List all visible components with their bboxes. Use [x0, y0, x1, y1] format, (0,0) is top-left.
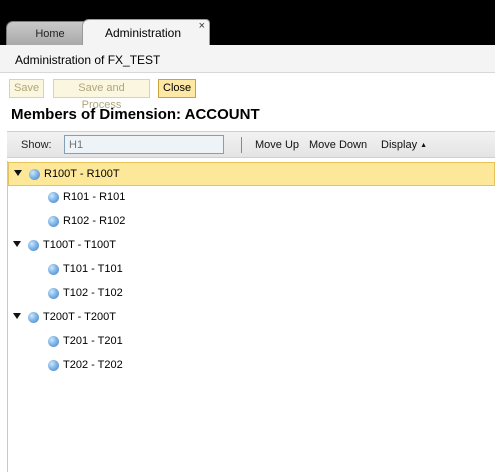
blue-sphere-icon — [28, 240, 39, 251]
tree-node-label: R102 - R102 — [63, 215, 126, 227]
tree-node[interactable]: T200T - T200T — [8, 306, 495, 330]
tree-node-label: T201 - T201 — [63, 335, 123, 347]
blue-sphere-icon — [48, 216, 59, 227]
tree-node-label: T202 - T202 — [63, 359, 123, 371]
move-up-button[interactable]: Move Up — [255, 139, 299, 151]
page-header: Administration of FX_TEST — [0, 45, 495, 73]
triangle-down-icon[interactable] — [13, 241, 21, 247]
tree-node[interactable]: T100T - T100T — [8, 234, 495, 258]
close-button[interactable]: Close — [158, 79, 196, 98]
tree-node-label: T101 - T101 — [63, 263, 123, 275]
blue-sphere-icon — [48, 264, 59, 275]
page-title: Administration of FX_TEST — [15, 53, 161, 67]
blue-sphere-icon — [29, 169, 40, 180]
tab-home-label: Home — [35, 28, 65, 40]
blue-sphere-icon — [48, 360, 59, 371]
tree-node[interactable]: T202 - T202 — [8, 354, 495, 378]
show-input[interactable] — [64, 135, 224, 154]
triangle-down-icon[interactable] — [13, 313, 21, 319]
tree-node[interactable]: R101 - R101 — [8, 186, 495, 210]
save-and-process-button[interactable]: Save and Process — [53, 79, 150, 111]
tab-administration-label: Administration — [105, 26, 182, 40]
tree-node[interactable]: T102 - T102 — [8, 282, 495, 306]
tree-node[interactable]: R102 - R102 — [8, 210, 495, 234]
blue-sphere-icon — [48, 192, 59, 203]
section-title: Members of Dimension: ACCOUNT — [11, 106, 260, 123]
member-toolbar: Show: Move Up Move Down Display▲ — [7, 131, 495, 158]
display-label: Display — [381, 139, 418, 151]
close-icon[interactable]: × — [199, 16, 205, 36]
toolbar-divider — [241, 137, 242, 153]
show-label: Show: — [21, 139, 52, 151]
tree-node-label: R100T - R100T — [44, 168, 120, 180]
save-button[interactable]: Save — [9, 79, 44, 98]
tree-node[interactable]: T201 - T201 — [8, 330, 495, 354]
blue-sphere-icon — [28, 312, 39, 323]
tree-node[interactable]: R100T - R100T — [8, 162, 495, 186]
triangle-up-icon: ▲ — [420, 142, 428, 149]
tree-node-label: T200T - T200T — [43, 311, 116, 323]
tab-home[interactable]: Home — [6, 21, 94, 45]
top-bar: Home Administration × — [0, 0, 495, 45]
display-menu-button[interactable]: Display ▲ — [381, 139, 427, 151]
tree-node-label: T102 - T102 — [63, 287, 123, 299]
tree-node-label: T100T - T100T — [43, 239, 116, 251]
blue-sphere-icon — [48, 288, 59, 299]
tree-node-label: R101 - R101 — [63, 191, 126, 203]
move-down-button[interactable]: Move Down — [309, 139, 367, 151]
member-tree: R100T - R100T R101 - R101 R102 - R102 T100T… — [7, 161, 495, 472]
triangle-down-icon[interactable] — [14, 170, 22, 176]
blue-sphere-icon — [48, 336, 59, 347]
tree-node[interactable]: T101 - T101 — [8, 258, 495, 282]
tab-administration[interactable]: Administration × — [82, 19, 210, 45]
